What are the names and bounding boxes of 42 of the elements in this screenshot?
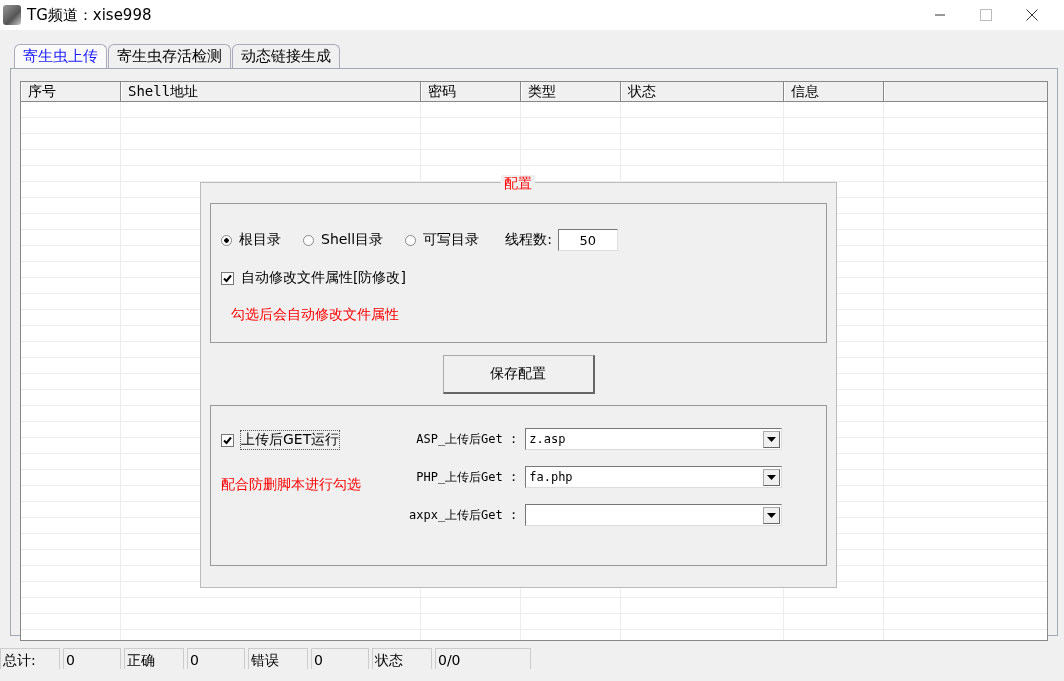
status-value: 0/0 (435, 648, 531, 669)
tab[interactable]: 寄生虫存活检测 (108, 44, 231, 69)
status-label: 状态 (372, 648, 432, 669)
tab[interactable]: 寄生虫上传 (14, 44, 107, 69)
status-value: 0 (311, 648, 369, 669)
column-header[interactable]: 信息 (784, 82, 884, 101)
threads-field[interactable]: 50 (557, 229, 618, 251)
dropdown[interactable]: z.asp (525, 428, 783, 450)
status-label: 正确 (124, 648, 184, 669)
column-header[interactable]: 序号 (21, 82, 121, 101)
dropdown[interactable]: fa.php (525, 466, 783, 488)
checkbox-label: 自动修改文件属性[防修改] (241, 269, 406, 287)
radio-button[interactable] (303, 234, 314, 246)
dropdown[interactable] (525, 504, 783, 526)
checkbox[interactable] (221, 433, 234, 447)
hint-text: 勾选后会自动修改文件属性 (231, 306, 400, 324)
status-label: 错误 (248, 648, 308, 669)
window-title: TG频道：xise998 (27, 5, 152, 25)
radio-label: Shell目录 (321, 231, 384, 249)
radio-button[interactable] (405, 234, 417, 246)
column-header[interactable]: 类型 (521, 82, 621, 101)
threads-label: 线程数: (505, 231, 552, 249)
column-header[interactable]: 状态 (621, 82, 784, 101)
close-icon[interactable] (1026, 9, 1038, 21)
column-header[interactable]: Shell地址 (121, 82, 421, 101)
checkbox[interactable] (221, 271, 234, 285)
status-label: 总计: (0, 648, 60, 669)
field-label: ASP_上传后Get : (416, 430, 518, 448)
radio-label: 根目录 (239, 231, 281, 249)
tab[interactable]: 动态链接生成 (232, 44, 340, 69)
field-label: PHP_上传后Get : (416, 468, 518, 486)
status-value: 0 (63, 648, 121, 669)
field-label: axpx_上传后Get : (409, 506, 518, 524)
hint-text: 配合防删脚本进行勾选 (221, 476, 362, 494)
group-title: 配置 (501, 175, 535, 193)
column-header[interactable]: 密码 (421, 82, 521, 101)
save-button[interactable]: 保存配置 (442, 354, 595, 394)
checkbox-label: 上传后GET运行 (241, 431, 340, 449)
app-icon (3, 5, 21, 25)
radio-label: 可写目录 (423, 231, 480, 249)
status-value: 0 (187, 648, 245, 669)
radio-button[interactable] (221, 234, 232, 246)
